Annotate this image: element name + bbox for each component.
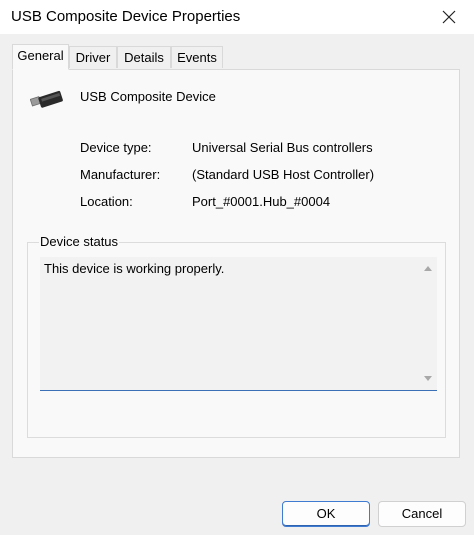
properties-dialog: USB Composite Device Properties General …	[0, 0, 474, 535]
device-status-textbox[interactable]: This device is working properly.	[40, 257, 437, 391]
scroll-down-arrow-icon[interactable]	[424, 376, 432, 381]
title-bar[interactable]: USB Composite Device Properties	[0, 0, 474, 34]
tab-general[interactable]: General	[12, 44, 69, 70]
cancel-button[interactable]: Cancel	[378, 501, 466, 527]
window-title: USB Composite Device Properties	[11, 8, 241, 25]
manufacturer-value: (Standard USB Host Controller)	[192, 167, 375, 182]
manufacturer-label: Manufacturer:	[80, 167, 161, 182]
usb-plug-icon	[30, 90, 63, 108]
device-status-group: Device status This device is working pro…	[27, 234, 446, 438]
device-type-value: Universal Serial Bus controllers	[192, 140, 373, 155]
location-value: Port_#0001.Hub_#0004	[192, 194, 331, 209]
ok-button[interactable]: OK	[282, 501, 370, 527]
general-tab-panel: USB Composite Device Device type: Univer…	[12, 69, 460, 458]
scroll-up-arrow-icon[interactable]	[424, 266, 432, 271]
device-status-legend: Device status	[39, 234, 120, 249]
tab-events[interactable]: Events	[171, 46, 223, 68]
device-name: USB Composite Device	[80, 89, 216, 104]
device-status-text: This device is working properly.	[44, 261, 225, 276]
status-scrollbar[interactable]	[419, 257, 437, 390]
tab-driver[interactable]: Driver	[69, 46, 117, 68]
tab-details[interactable]: Details	[117, 46, 171, 68]
dialog-footer: OK Cancel	[0, 491, 474, 535]
close-icon	[442, 10, 456, 24]
location-label: Location:	[80, 194, 133, 209]
close-button[interactable]	[436, 4, 462, 30]
device-type-label: Device type:	[80, 140, 152, 155]
